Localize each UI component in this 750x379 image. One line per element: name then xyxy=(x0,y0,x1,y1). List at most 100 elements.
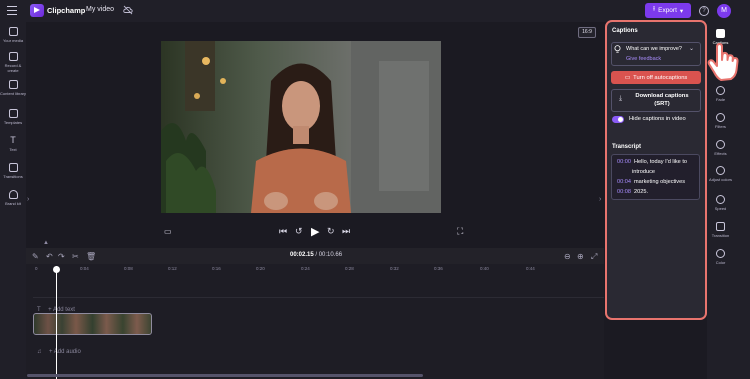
cloud-sync-off-icon[interactable] xyxy=(123,5,133,15)
skip-forward-icon[interactable]: ⏭ xyxy=(342,226,350,237)
sidebar-item-label: Transition xyxy=(711,233,730,238)
playhead-handle[interactable] xyxy=(53,266,60,273)
text-track[interactable]: T + Add text xyxy=(33,297,604,313)
sidebar-item-transitions[interactable]: Transitions xyxy=(0,163,26,179)
rewind-5-icon[interactable]: ↺ xyxy=(295,226,303,237)
collapse-right-panel-icon[interactable]: › xyxy=(599,196,601,203)
add-audio-label: + Add audio xyxy=(48,349,81,355)
sidebar-item-adjust-colors[interactable]: Adjust colors xyxy=(707,166,734,182)
collapse-timeline-icon[interactable]: ▲ xyxy=(43,240,49,246)
video-preview[interactable] xyxy=(161,41,441,213)
forward-5-icon[interactable]: ↻ xyxy=(327,226,335,237)
export-button[interactable]: ⭱ Export ▾ xyxy=(645,3,691,18)
sidebar-item-effects[interactable]: Effects xyxy=(707,140,734,156)
transcript-timestamp: 00:00 xyxy=(617,159,631,165)
project-title[interactable]: My video xyxy=(86,6,114,13)
undo-icon[interactable]: ↶ xyxy=(46,252,53,261)
transcript-line[interactable]: 00:04 marketing objectives xyxy=(617,179,685,185)
total-time: 00:10.66 xyxy=(318,252,343,258)
sidebar-item-label: Your media xyxy=(2,38,24,43)
give-feedback-link[interactable]: Give feedback xyxy=(626,56,661,62)
fade-icon xyxy=(716,86,725,95)
transcript-box[interactable]: 00:00 Hello, today I'd like to introduce … xyxy=(611,154,700,200)
audio-track[interactable]: ♫ + Add audio xyxy=(33,340,604,355)
sidebar-item-color[interactable]: Color xyxy=(707,249,734,265)
skip-back-icon[interactable]: ⏮ xyxy=(279,226,287,237)
hide-captions-label: Hide captions in video xyxy=(629,116,686,122)
sidebar-item-label: Adjust colors xyxy=(709,177,732,182)
hamburger-menu-icon[interactable] xyxy=(7,6,17,15)
transcript-text: Hello, today I'd like to xyxy=(634,159,687,165)
export-label: Export xyxy=(658,7,677,14)
collapse-left-panel-icon[interactable]: › xyxy=(27,196,29,203)
transcript-title: Transcript xyxy=(612,144,642,150)
zoom-out-icon[interactable]: ⊖ xyxy=(564,252,571,261)
sidebar-item-text[interactable]: T Text xyxy=(0,135,26,153)
sidebar-item-label: Brand kit xyxy=(5,201,21,206)
ruler-tick: 0:08 xyxy=(124,266,133,271)
panel-title: Captions xyxy=(612,28,638,34)
download-label: Download captions (SRT) xyxy=(635,93,689,107)
transcript-timestamp: 00:08 xyxy=(617,189,631,195)
play-icon[interactable]: ▶ xyxy=(311,225,319,238)
sidebar-item-fade[interactable]: Fade xyxy=(707,86,734,102)
sidebar-item-templates[interactable]: Templates xyxy=(0,109,26,125)
feedback-question: What can we improve? xyxy=(626,46,682,52)
ruler-tick: 0:28 xyxy=(345,266,354,271)
captions-toggle-icon[interactable]: ▭ xyxy=(164,227,172,236)
chevron-down-icon: ▾ xyxy=(679,7,684,15)
ruler-tick: 0 xyxy=(35,266,38,271)
hide-captions-toggle[interactable] xyxy=(612,116,624,123)
redo-icon[interactable]: ↷ xyxy=(58,252,65,261)
ruler-tick: 0:36 xyxy=(434,266,443,271)
playhead[interactable] xyxy=(56,266,58,379)
magic-icon[interactable]: ✎ xyxy=(32,252,39,261)
avatar[interactable]: M xyxy=(717,4,731,18)
sidebar-item-speed[interactable]: Speed xyxy=(707,195,734,211)
sidebar-item-label: Templates xyxy=(3,120,23,125)
timecode: 00:02.15 / 00:10.66 xyxy=(290,252,343,258)
color-icon xyxy=(716,249,725,258)
ruler-tick: 0:44 xyxy=(526,266,535,271)
pointer-hand-icon xyxy=(707,43,739,81)
chevron-down-icon[interactable]: ⌄ xyxy=(689,45,694,52)
ruler-tick: 0:20 xyxy=(256,266,265,271)
transcript-line[interactable]: introduce xyxy=(632,169,655,175)
split-icon[interactable]: ✂ xyxy=(72,252,79,261)
aspect-ratio-button[interactable]: 16:9 xyxy=(578,27,596,38)
sidebar-item-record[interactable]: Record & create xyxy=(0,52,26,73)
sidebar-item-label: Content library xyxy=(0,91,27,96)
ruler-tick: 0:12 xyxy=(168,266,177,271)
sidebar-item-label: Speed xyxy=(714,206,727,211)
help-icon[interactable]: ? xyxy=(699,6,709,16)
music-note-icon: ♫ xyxy=(37,349,42,355)
filters-icon xyxy=(716,113,725,122)
text-icon: T xyxy=(10,135,16,145)
sidebar-item-label: Color xyxy=(715,260,726,265)
delete-icon[interactable]: 🗑 xyxy=(86,252,96,261)
zoom-in-icon[interactable]: ⊕ xyxy=(577,252,584,261)
effects-icon xyxy=(716,140,725,149)
current-time: 00:02.15 xyxy=(290,252,314,258)
ruler-tick: 0:40 xyxy=(480,266,489,271)
video-frame-image xyxy=(161,41,441,213)
sidebar-item-transition[interactable]: Transition xyxy=(707,222,734,238)
transition-icon xyxy=(716,222,725,231)
sidebar-item-content-library[interactable]: Content library xyxy=(0,80,26,96)
fit-timeline-icon[interactable]: ⤢ xyxy=(591,252,597,262)
video-clip[interactable] xyxy=(33,313,152,335)
sidebar-item-filters[interactable]: Filters xyxy=(707,113,734,129)
transcript-line[interactable]: 00:00 Hello, today I'd like to xyxy=(617,159,687,165)
sidebar-item-label: Fade xyxy=(715,97,726,102)
transcript-line[interactable]: 00:08 2025. xyxy=(617,189,648,195)
adjust-colors-icon xyxy=(716,166,725,175)
brand-kit-icon xyxy=(8,190,18,199)
turn-off-autocaptions-button[interactable]: ▭ Turn off autocaptions xyxy=(611,71,701,84)
upload-icon: ⭱ xyxy=(652,6,656,13)
sidebar-item-brand-kit[interactable]: Brand kit xyxy=(0,190,26,206)
sidebar-item-label: Text xyxy=(9,147,17,152)
sidebar-item-your-media[interactable]: Your media xyxy=(0,27,26,43)
fullscreen-icon[interactable]: ⛶ xyxy=(457,226,463,237)
timeline-scrollbar[interactable] xyxy=(27,374,423,377)
ruler-tick: 0:32 xyxy=(390,266,399,271)
